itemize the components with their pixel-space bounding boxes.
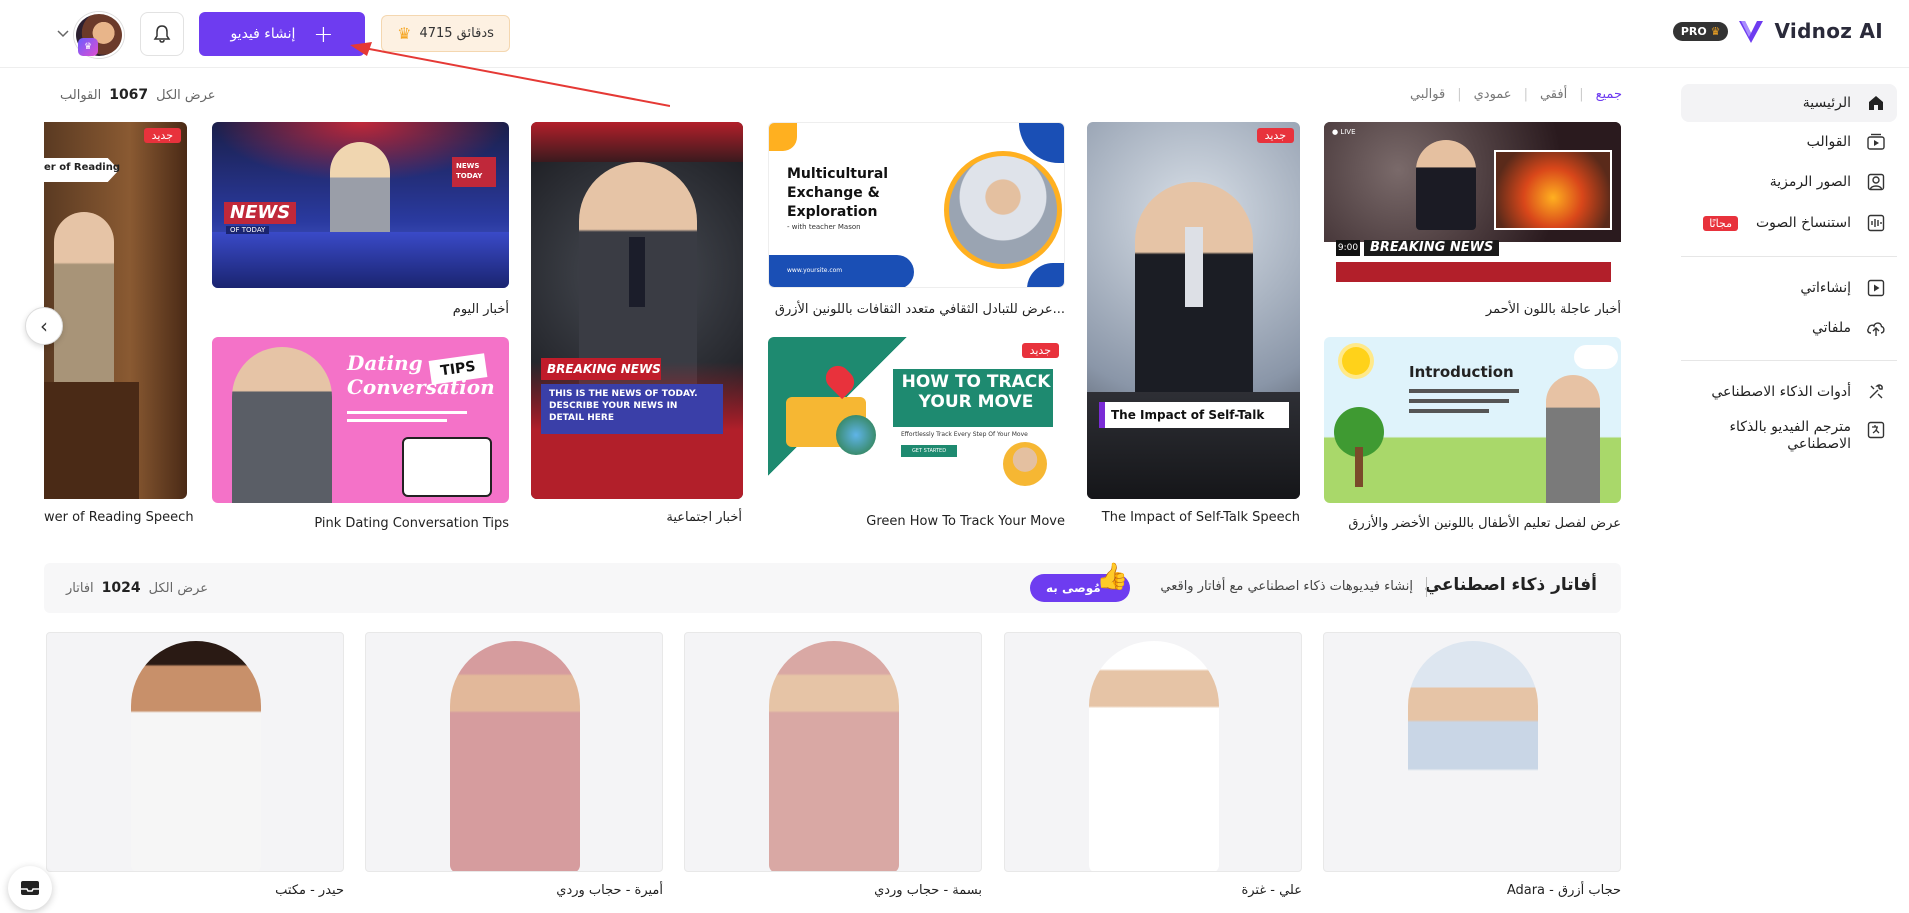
- template-filter-tabs: قوالبي | عمودي | أفقي | جميع: [1409, 87, 1622, 102]
- template-card-label: Pink Dating Conversation Tips: [314, 516, 509, 531]
- new-badge: جديد: [143, 128, 181, 143]
- pro-badge: PRO ♛: [1672, 21, 1729, 41]
- templates-view-all[interactable]: القوالب 1067 عرض الكل: [60, 87, 216, 103]
- avatar-icon: [1865, 171, 1887, 193]
- top-header: PRO ♛ Vidnoz AI ♛ 47دقائق 15s إنشاء فيدي…: [0, 0, 1909, 68]
- avatar-plan-badge: ♛: [78, 38, 98, 56]
- template-card[interactable]: BREAKING NEWS THIS IS THE NEWS OF TODAY.…: [531, 122, 743, 499]
- avatar-card[interactable]: [1323, 632, 1621, 872]
- template-card[interactable]: The Impact of Self-Talk جديد: [1087, 122, 1300, 499]
- avatar-card[interactable]: [365, 632, 663, 872]
- thumbs-up-icon: 👍: [1096, 562, 1129, 592]
- sidebar-item-voice-clone[interactable]: مجانًا استنساخ الصوت: [1681, 204, 1897, 242]
- template-card[interactable]: er of Reading جديد: [44, 122, 187, 499]
- translate-icon: [1865, 419, 1887, 441]
- sidebar-divider: [1681, 360, 1897, 361]
- avatar-name: أميرة - حجاب وردي: [556, 883, 663, 898]
- template-card[interactable]: HOW TO TRACK YOUR MOVE Effortlessly Trac…: [768, 337, 1065, 503]
- template-card[interactable]: Dating Conversation TIPS: [212, 337, 509, 503]
- template-card-label: أخبار اجتماعية: [666, 510, 742, 525]
- create-video-label: إنشاء فيديو: [230, 26, 296, 42]
- template-card[interactable]: Introduction: [1324, 337, 1621, 503]
- avatar-card[interactable]: [1004, 632, 1302, 872]
- vidnoz-logo-icon: [1739, 21, 1764, 43]
- sidebar-item-video-translator[interactable]: مترجم الفيديو بالذكاء الاصطناعي: [1681, 413, 1897, 461]
- template-card-label: أخبار عاجلة باللون الأحمر: [1485, 302, 1621, 317]
- avatar-card[interactable]: [46, 632, 344, 872]
- sidebar-item-templates[interactable]: القوالب: [1681, 123, 1897, 161]
- filter-tab-horizontal[interactable]: أفقي: [1540, 87, 1567, 102]
- template-card[interactable]: Multicultural Exchange & Exploration - w…: [768, 122, 1065, 288]
- support-chat-button[interactable]: [8, 866, 52, 910]
- sidebar-item-avatars[interactable]: الصور الرمزية: [1681, 163, 1897, 201]
- template-card-label: أخبار اليوم: [452, 302, 509, 317]
- annotation-arrow: [350, 42, 670, 107]
- sidebar-item-ai-tools[interactable]: أدوات الذكاء الاصطناعي: [1681, 373, 1897, 411]
- filter-tab-all[interactable]: جميع: [1596, 87, 1622, 102]
- template-card-label: Green How To Track Your Move: [866, 514, 1065, 529]
- sidebar-item-label: إنشاءاتي: [1800, 280, 1851, 296]
- notification-button[interactable]: [140, 12, 184, 56]
- template-card-label: The Impact of Self-Talk Speech: [1101, 510, 1300, 525]
- sidebar-item-label: الصور الرمزية: [1769, 174, 1851, 190]
- sidebar-divider: [1681, 256, 1897, 257]
- sidebar-item-home[interactable]: الرئيسية: [1681, 84, 1897, 122]
- sidebar-item-my-files[interactable]: ملفاتي: [1681, 309, 1897, 347]
- avatar-name: علي - غترة: [1241, 883, 1302, 898]
- avatar-section-title: أفاتار ذكاء اصطناعي: [1424, 575, 1597, 595]
- tools-icon: [1865, 381, 1887, 403]
- play-icon: [1865, 277, 1887, 299]
- template-card-label: عرض لفصل تعليم الأطفال باللونين الأخضر و…: [1348, 516, 1621, 531]
- brand[interactable]: PRO ♛ Vidnoz AI: [1672, 16, 1883, 46]
- avatar-name: بسمة - حجاب وردي: [874, 883, 982, 898]
- credits-text: 47دقائق 15s: [419, 26, 494, 41]
- template-card[interactable]: NEWS OF TODAY NEWS TODAY: [212, 122, 509, 288]
- filter-tab-mine[interactable]: قوالبي: [1410, 87, 1445, 102]
- filter-tab-vertical[interactable]: عمودي: [1474, 87, 1512, 102]
- avatars-view-all[interactable]: افاتار 1024 عرض الكل: [66, 580, 208, 596]
- avatar-card[interactable]: [684, 632, 982, 872]
- carousel-prev-button[interactable]: ‹: [25, 307, 63, 345]
- sidebar-item-label: الرئيسية: [1802, 95, 1851, 111]
- new-badge: جديد: [1021, 343, 1059, 358]
- avatar-name: Adara - حجاب أزرق: [1506, 883, 1621, 898]
- bell-icon: [153, 25, 171, 43]
- sidebar-item-my-creations[interactable]: إنشاءاتي: [1681, 269, 1897, 307]
- create-video-button[interactable]: إنشاء فيديو +: [199, 12, 365, 56]
- template-card-label: wer of Reading Speech: [44, 510, 194, 525]
- sidebar-item-label: ملفاتي: [1811, 320, 1851, 336]
- avatar-name: حيدر - مكتب: [275, 883, 344, 898]
- brand-name: Vidnoz AI: [1774, 19, 1883, 43]
- inbox-icon: [21, 881, 39, 895]
- template-card-label: عرض للتبادل الثقافي متعدد الثقافات باللو…: [774, 302, 1065, 317]
- home-icon: [1865, 92, 1887, 114]
- chevron-down-icon[interactable]: [56, 26, 70, 40]
- sidebar: الرئيسية القوالب الصور الرمزية مجانًا اس…: [1677, 68, 1909, 913]
- template-card[interactable]: ● LIVE 9:00 BREAKING NEWS: [1324, 122, 1621, 288]
- sidebar-item-label: القوالب: [1806, 134, 1851, 150]
- free-badge: مجانًا: [1703, 215, 1738, 231]
- plus-icon: +: [313, 20, 334, 48]
- chevron-left-icon: ‹: [40, 314, 48, 338]
- new-badge: جديد: [1256, 128, 1294, 143]
- sidebar-item-label: استنساخ الصوت: [1755, 215, 1851, 231]
- template-icon: [1865, 131, 1887, 153]
- avatar-section-subtitle: إنشاء فيديوهات ذكاء اصطناعي مع أفاتار وا…: [1160, 579, 1413, 594]
- upload-icon: [1865, 317, 1887, 339]
- sidebar-item-label: أدوات الذكاء الاصطناعي: [1711, 384, 1851, 400]
- sidebar-item-label: مترجم الفيديو بالذكاء الاصطناعي: [1729, 419, 1851, 452]
- voice-icon: [1865, 212, 1887, 234]
